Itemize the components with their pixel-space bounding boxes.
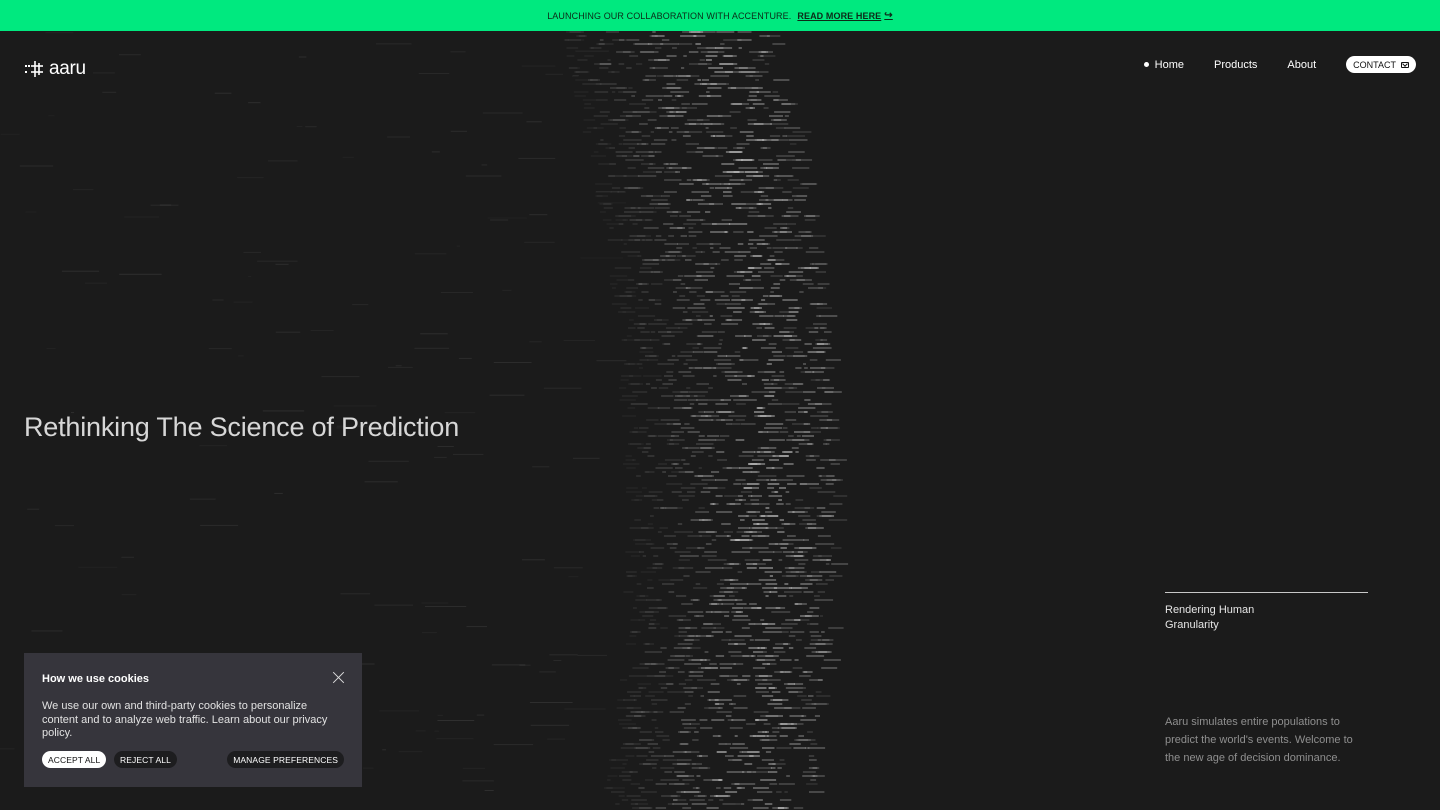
contact-label: CONTACT [1353, 59, 1396, 70]
read-more-label: READ MORE HERE [797, 10, 882, 21]
accept-all-button[interactable]: ACCEPT ALL [42, 751, 107, 768]
close-icon[interactable] [332, 671, 345, 684]
side-description: Aaru simulates entire populations to pre… [1165, 716, 1353, 764]
side-caption: Rendering Human Granularity [1165, 592, 1368, 633]
cookie-text: We use our own and third-party cookies t… [42, 700, 328, 739]
nav-products-label: Products [1213, 58, 1258, 71]
active-dot-icon [1143, 62, 1149, 67]
cookie-actions: ACCEPT ALL REJECT ALL MANAGE PREFERENCES [42, 751, 344, 768]
brand-logo[interactable]: aaru [24, 58, 86, 80]
nav-home-label: Home [1154, 58, 1184, 71]
cookie-title: How we use cookies [42, 673, 149, 685]
nav-home[interactable]: Home [1143, 58, 1184, 71]
contact-button[interactable]: CONTACT [1346, 56, 1416, 73]
announcement-banner: LAUNCHING OUR COLLABORATION WITH ACCENTU… [0, 0, 1440, 31]
read-more-link[interactable]: READ MORE HERE ↪ [797, 10, 892, 21]
reject-all-button[interactable]: REJECT ALL [114, 751, 177, 768]
nav-about[interactable]: About [1287, 59, 1316, 71]
banner-text: LAUNCHING OUR COLLABORATION WITH ACCENTU… [547, 10, 792, 21]
cookie-banner: How we use cookies We use our own and th… [24, 653, 362, 787]
nav-about-label: About [1287, 58, 1317, 71]
divider [1165, 592, 1368, 593]
main-nav: Home Products About CONTACT [1143, 56, 1416, 73]
side-label: Rendering Human Granularity [1165, 604, 1255, 631]
manage-preferences-button[interactable]: MANAGE PREFERENCES [227, 751, 344, 768]
mail-icon [1401, 61, 1409, 68]
hero-title: Rethinking The Science of Prediction [24, 412, 460, 442]
arrow-return-icon: ↪ [884, 10, 893, 21]
nav-products[interactable]: Products [1214, 59, 1257, 71]
aaru-mark-icon [25, 61, 43, 77]
brand-name: aaru [49, 58, 86, 79]
